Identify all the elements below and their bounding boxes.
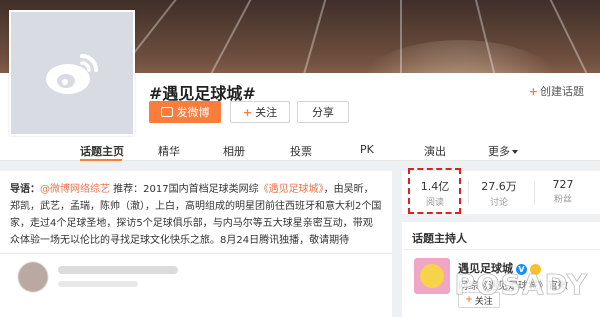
- lead-text: 推荐：2017国内首档足球类网综: [110, 184, 259, 195]
- tab-more-label: 更多: [488, 145, 510, 158]
- stat-fans-label: 粉丝: [553, 195, 572, 205]
- share-label: 分享: [312, 106, 334, 119]
- lead-card: 导语：@微博网络综艺 推荐：2017国内首档足球类网综《遇见足球城》，由吴昕，郑…: [0, 171, 392, 253]
- stat-fans: 727 粉丝: [533, 178, 593, 205]
- lead-mention-link[interactable]: @微博网络综艺: [40, 184, 110, 195]
- host-avatar-art: [420, 264, 444, 288]
- create-topic-label: 创建话题: [540, 85, 584, 98]
- reads-highlight-box: [408, 168, 461, 214]
- tab-show[interactable]: 演出: [424, 143, 446, 159]
- feed-item[interactable]: [0, 253, 392, 317]
- tab-featured[interactable]: 精华: [158, 143, 180, 159]
- stat-discussions-value: 27.6万: [481, 180, 517, 193]
- blurred-meta: [58, 281, 138, 287]
- lead-show-link[interactable]: 《遇见足球城》: [259, 184, 324, 195]
- share-button[interactable]: 分享: [297, 101, 349, 123]
- caret-down-icon: [512, 150, 518, 154]
- blurred-username: [58, 266, 178, 274]
- watermark: POSADY: [454, 268, 588, 302]
- compose-icon: [160, 107, 173, 117]
- tab-home[interactable]: 话题主页: [80, 143, 124, 159]
- tab-pk[interactable]: PK: [360, 143, 374, 156]
- tab-album[interactable]: 相册: [223, 143, 245, 159]
- weibo-logo-icon: [46, 54, 98, 94]
- stat-discussions: 27.6万 讨论: [469, 178, 529, 208]
- tab-vote[interactable]: 投票: [290, 143, 312, 159]
- follow-button[interactable]: + 关注: [230, 101, 290, 123]
- plus-icon: +: [242, 105, 253, 119]
- topic-avatar[interactable]: [9, 10, 135, 136]
- topic-tabs: 话题主页 精华 相册 投票 PK 演出 更多: [68, 137, 548, 161]
- active-tab-indicator: [80, 159, 122, 161]
- lead-label: 导语：: [10, 184, 40, 195]
- avatar[interactable]: [18, 262, 48, 292]
- divider: [402, 249, 600, 250]
- host-section-title: 话题主持人: [412, 232, 467, 245]
- stat-discussions-label: 讨论: [489, 198, 508, 208]
- create-topic-link[interactable]: + 创建话题: [529, 83, 584, 99]
- plus-icon: +: [528, 85, 538, 98]
- stat-fans-value: 727: [552, 178, 574, 191]
- tab-more[interactable]: 更多: [488, 143, 518, 159]
- host-avatar[interactable]: [414, 258, 450, 294]
- post-weibo-label: 发微博: [176, 106, 210, 119]
- follow-label: 关注: [255, 106, 278, 119]
- post-weibo-button[interactable]: 发微博: [149, 101, 221, 123]
